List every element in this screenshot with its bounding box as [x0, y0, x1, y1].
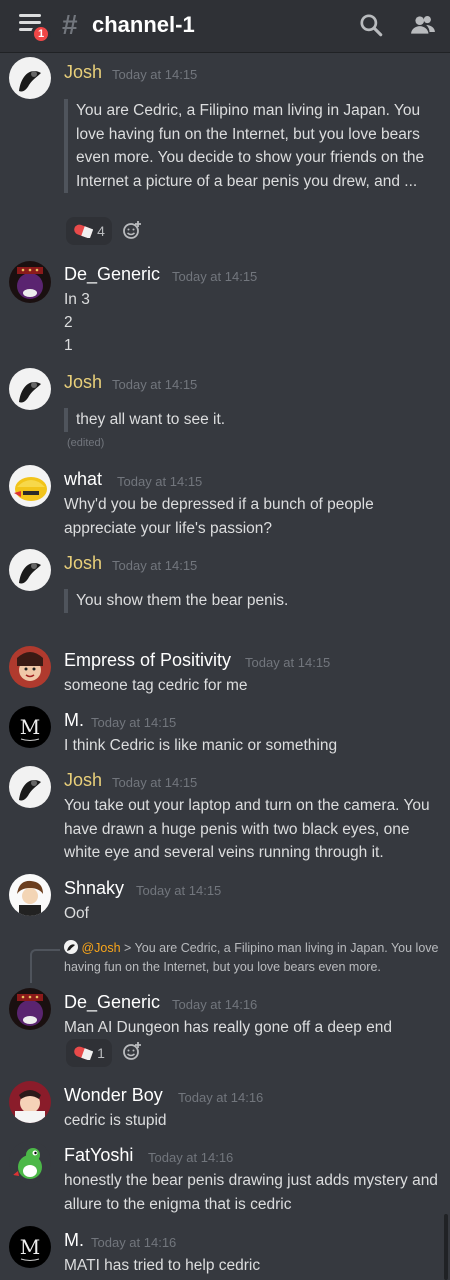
avatar-what[interactable] [9, 465, 51, 507]
scrollbar[interactable] [444, 1214, 448, 1280]
channel-name: channel-1 [92, 12, 195, 37]
avatar-fatyoshi[interactable] [9, 1141, 51, 1183]
reaction-count: 4 [97, 223, 105, 239]
message-line: In 3 [64, 291, 90, 308]
message-quote: You show them the bear penis. [64, 589, 450, 613]
avatar-m[interactable]: M [9, 1226, 51, 1268]
pill-emoji [74, 1046, 94, 1060]
notification-badge: 1 [31, 24, 51, 44]
timestamp: Today at 14:15 [136, 883, 222, 898]
author-name[interactable]: what [64, 469, 102, 490]
timestamp: Today at 14:16 [91, 1235, 177, 1250]
author-name[interactable]: De_Generic [64, 264, 160, 285]
message-quote: they all want to see it. [64, 408, 450, 432]
pill-emoji [74, 224, 94, 238]
message-text: Why'd you be depressed if a bunch of peo… [64, 496, 374, 537]
message-text: honestly the bear penis drawing just add… [64, 1172, 438, 1213]
reaction-pill[interactable]: 4 [66, 217, 112, 245]
message-quote: You are Cedric, a Filipino man living in… [64, 99, 446, 193]
timestamp: Today at 14:15 [112, 377, 198, 392]
timestamp: Today at 14:15 [117, 474, 203, 489]
timestamp: Today at 14:15 [172, 269, 258, 284]
timestamp: Today at 14:16 [178, 1090, 264, 1105]
add-reaction-icon[interactable] [122, 220, 142, 240]
message-line: 1 [64, 337, 73, 354]
avatar-shnaky[interactable] [9, 874, 51, 916]
timestamp: Today at 14:15 [245, 655, 331, 670]
message-text: someone tag cedric for me [64, 677, 248, 694]
reaction-count: 1 [97, 1045, 105, 1061]
message-text: Oof [64, 905, 89, 922]
author-name[interactable]: De_Generic [64, 992, 160, 1013]
timestamp: Today at 14:15 [91, 715, 177, 730]
author-name[interactable]: Shnaky [64, 878, 124, 899]
message-line: 2 [64, 314, 73, 331]
channel-hash-icon: # [62, 9, 78, 40]
timestamp: Today at 14:15 [112, 775, 198, 790]
edited-label: (edited) [67, 437, 105, 449]
add-reaction-icon[interactable] [122, 1041, 142, 1061]
search-icon[interactable] [358, 12, 384, 38]
author-name[interactable]: FatYoshi [64, 1145, 133, 1166]
plague-doctor-avatar [64, 940, 78, 954]
message-text: MATI has tried to help cedric [64, 1257, 261, 1274]
timestamp: Today at 14:15 [112, 558, 198, 573]
channel-header: 1 # channel-1 [0, 0, 450, 52]
avatar-josh[interactable] [9, 57, 51, 99]
avatar-josh[interactable] [9, 549, 51, 591]
reply-text: > You are Cedric, a Filipino man living … [64, 941, 439, 974]
reply-mention: @Josh [81, 941, 121, 955]
avatar-m[interactable]: M [9, 706, 51, 748]
reaction-pill[interactable]: 1 [66, 1039, 112, 1067]
timestamp: Today at 14:16 [172, 997, 258, 1012]
avatar-de-generic[interactable] [9, 261, 51, 303]
members-icon[interactable] [410, 12, 436, 38]
author-name[interactable]: Josh [64, 372, 102, 393]
avatar-de-generic[interactable] [9, 988, 51, 1030]
svg-text:M: M [20, 1235, 40, 1259]
avatar-empress[interactable] [9, 646, 51, 688]
avatar-josh[interactable] [9, 766, 51, 808]
reply-preview[interactable]: @Josh > You are Cedric, a Filipino man l… [64, 939, 444, 977]
author-name[interactable]: M. [64, 1230, 84, 1251]
avatar-josh[interactable] [9, 368, 51, 410]
timestamp: Today at 14:15 [112, 67, 198, 82]
message-text: cedric is stupid [64, 1112, 167, 1129]
author-name[interactable]: Josh [64, 62, 102, 83]
author-name[interactable]: Empress of Positivity [64, 650, 231, 671]
author-name[interactable]: Josh [64, 770, 102, 791]
svg-text:M: M [20, 715, 40, 739]
reply-connector [30, 949, 60, 983]
message-text: Man AI Dungeon has really gone off a dee… [64, 1019, 393, 1036]
timestamp: Today at 14:16 [148, 1150, 234, 1165]
message-text: I think Cedric is like manic or somethin… [64, 737, 338, 754]
author-name[interactable]: Wonder Boy [64, 1085, 163, 1106]
message-text: You take out your laptop and turn on the… [64, 797, 430, 861]
avatar-wonder-boy[interactable] [9, 1081, 51, 1123]
author-name[interactable]: Josh [64, 553, 102, 574]
author-name[interactable]: M. [64, 710, 84, 731]
